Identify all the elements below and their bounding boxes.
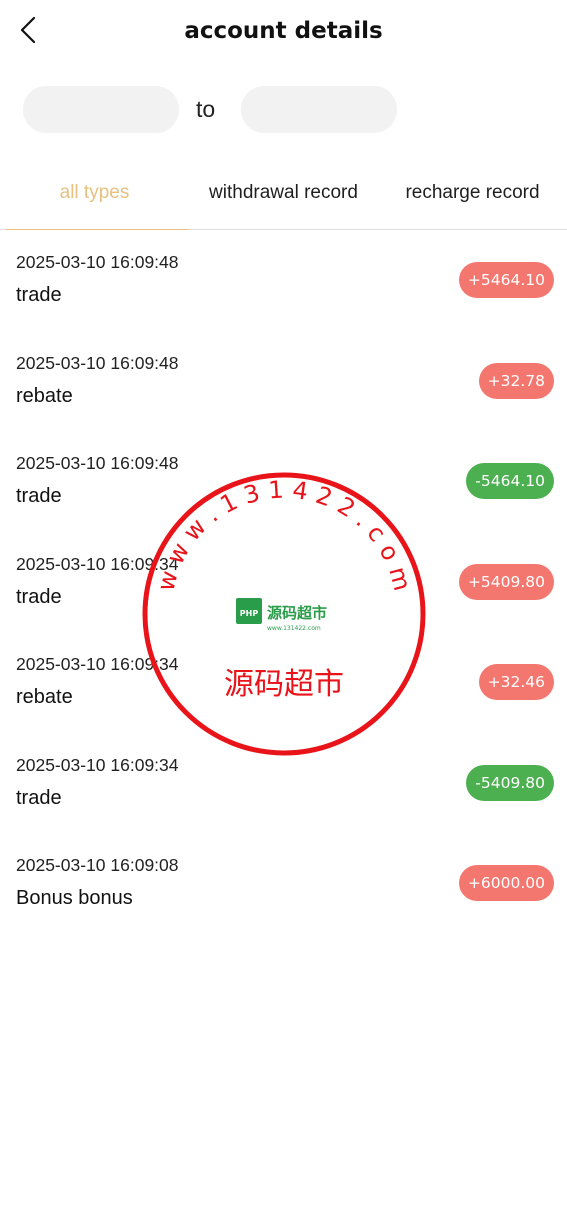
list-item[interactable]: 2025-03-10 16:09:08 Bonus bonus +6000.00 bbox=[0, 833, 567, 934]
record-type: trade bbox=[16, 485, 62, 507]
amount-badge: -5409.80 bbox=[466, 764, 554, 801]
amount-badge: +32.46 bbox=[478, 664, 554, 700]
amount-badge: -5464.10 bbox=[466, 463, 554, 499]
list-item[interactable]: 2025-03-10 16:09:48 rebate +32.78 bbox=[0, 331, 567, 432]
start-date-field[interactable] bbox=[23, 86, 179, 133]
record-type: rebate bbox=[16, 686, 73, 708]
list-item[interactable]: 2025-03-10 16:09:48 trade -5464.10 bbox=[0, 431, 567, 532]
amount-badge: +5464.10 bbox=[458, 262, 554, 298]
record-date: 2025-03-10 16:09:48 bbox=[16, 252, 179, 272]
amount-badge: +6000.00 bbox=[458, 865, 554, 901]
to-label: to bbox=[196, 96, 216, 122]
record-date: 2025-03-10 16:09:48 bbox=[16, 352, 179, 373]
date-range-filter: to bbox=[0, 66, 567, 156]
amount-badge: +32.78 bbox=[478, 362, 554, 399]
list-item[interactable]: 2025-03-10 16:09:48 trade +5464.10 bbox=[0, 230, 567, 331]
records-list: 2025-03-10 16:09:48 trade +5464.10 2025-… bbox=[0, 230, 567, 934]
list-item[interactable]: 2025-03-10 16:09:34 trade +5409.80 bbox=[0, 532, 567, 633]
record-date: 2025-03-10 16:09:34 bbox=[16, 654, 179, 674]
record-type: rebate bbox=[16, 384, 73, 407]
record-type: trade bbox=[16, 585, 62, 608]
page: account details to all types withdrawal … bbox=[0, 0, 567, 1229]
record-date: 2025-03-10 16:09:48 bbox=[16, 453, 179, 473]
tab-withdrawal-record[interactable]: withdrawal record bbox=[189, 156, 378, 229]
type-tabs: all types withdrawal record recharge rec… bbox=[0, 156, 567, 230]
amount-badge: +5409.80 bbox=[458, 563, 554, 600]
record-date: 2025-03-10 16:09:34 bbox=[16, 553, 179, 574]
header: account details bbox=[0, 0, 567, 66]
record-type: trade bbox=[16, 284, 62, 306]
end-date-field[interactable] bbox=[241, 86, 397, 133]
record-type: Bonus bonus bbox=[16, 887, 133, 909]
page-title: account details bbox=[184, 18, 383, 44]
list-item[interactable]: 2025-03-10 16:09:34 trade -5409.80 bbox=[0, 733, 567, 834]
tab-recharge-record[interactable]: recharge record bbox=[378, 156, 567, 229]
record-type: trade bbox=[16, 786, 62, 809]
list-item[interactable]: 2025-03-10 16:09:34 rebate +32.46 bbox=[0, 632, 567, 733]
record-date: 2025-03-10 16:09:08 bbox=[16, 855, 179, 875]
record-date: 2025-03-10 16:09:34 bbox=[16, 754, 179, 775]
tab-all-types[interactable]: all types bbox=[0, 156, 189, 230]
